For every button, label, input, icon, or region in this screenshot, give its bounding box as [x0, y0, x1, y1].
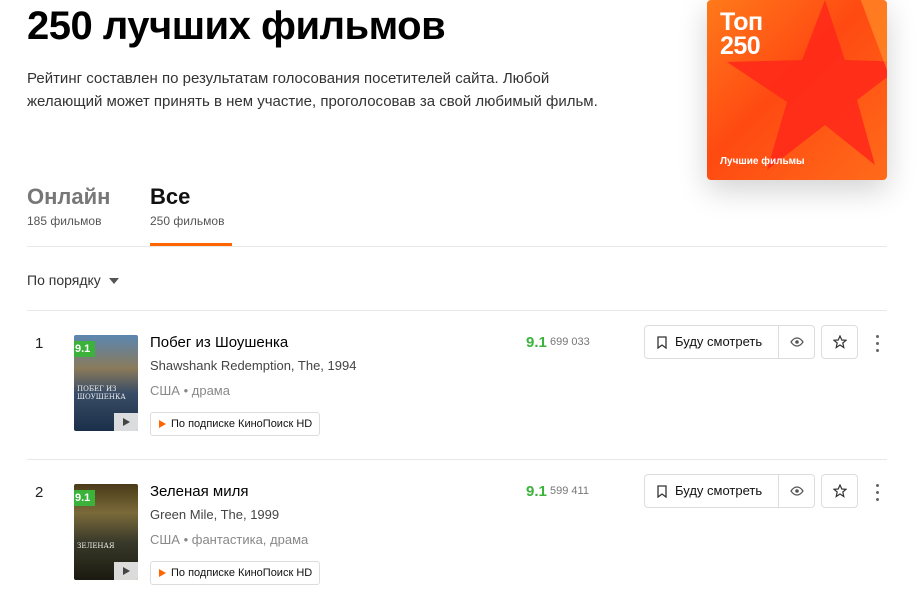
film-meta: США • фантастика, драма	[150, 532, 309, 547]
star-icon	[833, 335, 847, 349]
mark-watched-button[interactable]	[778, 474, 815, 508]
film-rating: 9.1	[526, 334, 547, 351]
rating-badge: 9.1	[74, 490, 96, 506]
tab-online-label: Онлайн	[27, 184, 111, 209]
cover-title: Топ 250	[720, 8, 763, 60]
divider	[27, 310, 887, 311]
subscription-button[interactable]: По подписке КиноПоиск HD	[150, 561, 321, 585]
bookmark-icon	[657, 485, 667, 498]
film-rank: 1	[35, 335, 44, 352]
film-meta: США • драма	[150, 383, 230, 398]
page-title: 250 лучших фильмов	[27, 4, 446, 48]
caret-down-icon	[108, 278, 119, 285]
divider	[27, 459, 887, 460]
more-options-icon[interactable]	[869, 476, 885, 506]
top250-cover-image: Топ 250 Лучшие фильмы	[707, 0, 887, 180]
film-row-1[interactable]: 1 9.1 ПОБЕГ ИЗ ШОУШЕНКА Побег из Шоушенк…	[27, 325, 887, 465]
page-description: Рейтинг составлен по результатам голосов…	[27, 70, 598, 110]
film-rank: 2	[35, 484, 44, 501]
play-icon[interactable]	[114, 562, 138, 580]
play-icon[interactable]	[114, 413, 138, 431]
mark-watched-button[interactable]	[778, 325, 815, 359]
poster-title-text: ПОБЕГ ИЗ ШОУШЕНКА	[77, 385, 126, 401]
watch-later-button[interactable]: Буду смотреть	[644, 325, 779, 359]
sort-label: По порядку	[27, 272, 101, 288]
subscription-button[interactable]: По подписке КиноПоиск HD	[150, 412, 321, 436]
film-poster[interactable]: 9.1 ЗЕЛЕНАЯ	[74, 484, 138, 580]
film-original-title: Green Mile, The, 1999	[150, 507, 280, 522]
film-votes: 699 033	[550, 336, 590, 348]
watch-later-button[interactable]: Буду смотреть	[644, 474, 779, 508]
eye-icon	[790, 337, 804, 347]
more-options-icon[interactable]	[869, 327, 885, 357]
star-icon	[833, 484, 847, 498]
watch-later-label: Буду смотреть	[675, 334, 763, 349]
poster-title-text: ЗЕЛЕНАЯ	[77, 542, 115, 550]
film-title[interactable]: Побег из Шоушенка	[150, 333, 288, 353]
eye-icon	[790, 486, 804, 496]
film-poster[interactable]: 9.1 ПОБЕГ ИЗ ШОУШЕНКА	[74, 335, 138, 431]
film-votes: 599 411	[550, 485, 589, 497]
tab-online[interactable]: Онлайн 185 фильмов	[27, 184, 110, 228]
film-rating: 9.1	[526, 483, 547, 500]
favorite-button[interactable]	[821, 474, 858, 508]
sort-dropdown[interactable]: По порядку	[27, 272, 119, 288]
rating-badge: 9.1	[74, 341, 96, 357]
tab-all[interactable]: Все 250 фильмов	[150, 184, 232, 246]
tabs-bar: Онлайн 185 фильмов Все 250 фильмов	[27, 184, 887, 247]
film-original-title: Shawshank Redemption, The, 1994	[150, 358, 357, 373]
tab-online-count: 185 фильмов	[27, 214, 102, 228]
watch-later-label: Буду смотреть	[675, 483, 763, 498]
cover-subtitle: Лучшие фильмы	[720, 156, 805, 167]
film-title[interactable]: Зеленая миля	[150, 482, 248, 502]
favorite-button[interactable]	[821, 325, 858, 359]
tab-all-count: 250 фильмов	[150, 214, 225, 228]
film-row-2[interactable]: 2 9.1 ЗЕЛЕНАЯ Зеленая миля Green Mile, T…	[27, 474, 887, 602]
tab-all-label: Все	[150, 184, 191, 209]
bookmark-icon	[657, 336, 667, 349]
